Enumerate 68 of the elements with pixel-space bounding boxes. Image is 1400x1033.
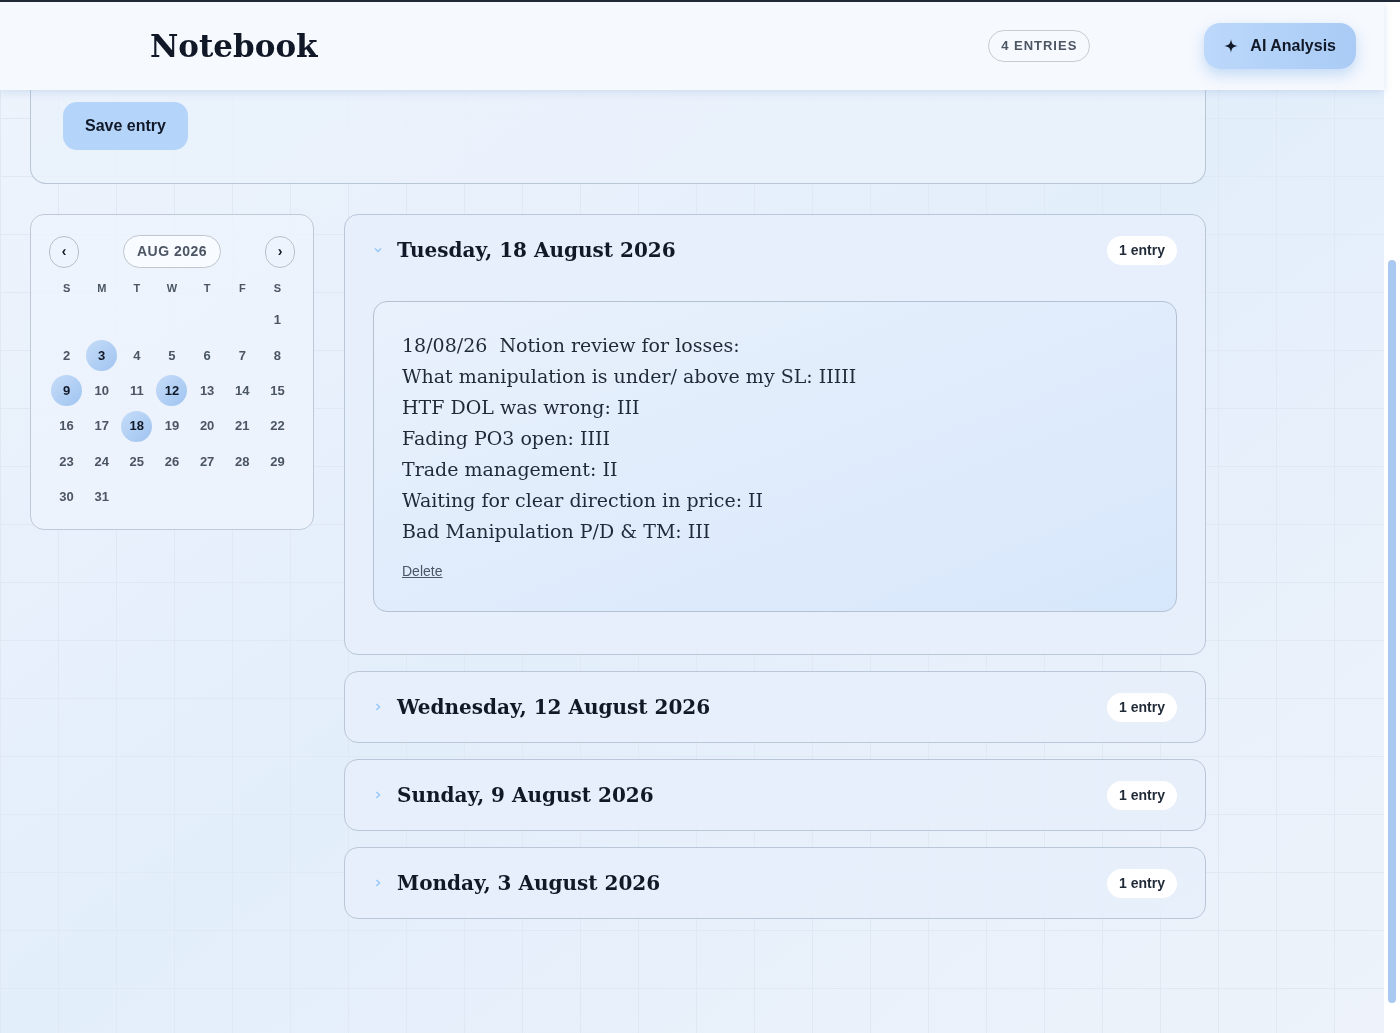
note-line: Trade management: II — [402, 457, 619, 482]
calendar-day[interactable]: 10 — [86, 375, 118, 407]
note-line: Waiting for clear direction in price: II — [402, 488, 765, 513]
chevron-right-icon — [373, 790, 383, 800]
weekday-label: S — [62, 281, 71, 296]
entry-count-badge: 1 entry — [1107, 692, 1177, 722]
calendar-day[interactable]: 25 — [121, 445, 153, 477]
day-title: Wednesday, 12 August 2026 — [397, 694, 711, 721]
weekday-label: S — [273, 281, 282, 296]
sparkle-icon — [1224, 39, 1239, 53]
calendar-day[interactable]: 17 — [86, 410, 118, 442]
entry-count-badge: 1 entry — [1107, 780, 1177, 810]
calendar-day[interactable]: 31 — [86, 481, 118, 513]
calendar-day[interactable]: 7 — [226, 339, 258, 371]
calendar-day[interactable]: 13 — [191, 375, 223, 407]
weekday-label: W — [166, 281, 178, 296]
day-header[interactable]: Tuesday, 18 August 2026 1 entry — [373, 215, 1177, 285]
calendar-day[interactable]: 27 — [191, 445, 223, 477]
calendar-day[interactable]: 28 — [226, 445, 258, 477]
save-entry-button[interactable]: Save entry — [63, 102, 188, 150]
day-header[interactable]: Monday, 3 August 2026 1 entry — [373, 848, 1177, 918]
note-line: 18/08/26 Notion review for losses: — [402, 333, 741, 358]
calendar-day[interactable]: 15 — [261, 375, 293, 407]
weekday-label: F — [238, 281, 246, 296]
delete-link[interactable]: Delete — [402, 561, 443, 582]
calendar-day[interactable]: 8 — [261, 339, 293, 371]
chevron-right-icon — [373, 702, 383, 712]
weekday-label: T — [203, 281, 211, 296]
weekday-label: T — [133, 281, 141, 296]
calendar-day[interactable]: 22 — [261, 410, 293, 442]
calendar-day[interactable]: 1 — [261, 304, 293, 336]
day-title: Sunday, 9 August 2026 — [397, 782, 654, 809]
note-line: What manipulation is under/ above my SL: IIIII — [402, 364, 858, 389]
day-title: Tuesday, 18 August 2026 — [397, 237, 676, 264]
calendar-day[interactable]: 6 — [191, 339, 223, 371]
calendar-day[interactable]: 11 — [121, 375, 153, 407]
calendar-day[interactable]: 26 — [156, 445, 188, 477]
chevron-down-icon — [373, 245, 383, 255]
day-header[interactable]: Sunday, 9 August 2026 1 entry — [373, 760, 1177, 830]
day-title: Monday, 3 August 2026 — [397, 870, 661, 897]
calendar-day[interactable]: 16 — [51, 410, 83, 442]
calendar-day[interactable]: 18 — [121, 410, 153, 442]
month-label: AUG 2026 — [122, 235, 222, 268]
calendar-day[interactable]: 21 — [226, 410, 258, 442]
calendar-day[interactable]: 12 — [156, 375, 188, 407]
scrollbar-thumb[interactable] — [1388, 260, 1396, 1003]
note-line: Fading PO3 open: IIII — [402, 426, 611, 451]
ai-analysis-button[interactable]: AI Analysis — [1204, 23, 1356, 69]
calendar-day[interactable]: 29 — [261, 445, 293, 477]
calendar-day[interactable]: 30 — [51, 481, 83, 513]
calendar-day[interactable]: 20 — [191, 410, 223, 442]
app-title: Notebook — [150, 26, 318, 66]
day-header[interactable]: Wednesday, 12 August 2026 1 entry — [373, 672, 1177, 742]
note-line: Bad Manipulation P/D & TM: III — [402, 519, 712, 544]
calendar-day[interactable]: 4 — [121, 339, 153, 371]
calendar-day[interactable]: 19 — [156, 410, 188, 442]
calendar-day[interactable]: 9 — [51, 375, 83, 407]
weekday-label: M — [97, 281, 107, 296]
chevron-right-icon — [373, 878, 383, 888]
entry-count-badge: 1 entry — [1107, 868, 1177, 898]
calendar-day[interactable]: 24 — [86, 445, 118, 477]
note-line: HTF DOL was wrong: III — [402, 395, 641, 420]
calendar-day[interactable]: 14 — [226, 375, 258, 407]
calendar-day[interactable]: 5 — [156, 339, 188, 371]
calendar-day[interactable]: 3 — [86, 339, 118, 371]
entry-count-badge: 1 entry — [1107, 235, 1177, 265]
calendar-day[interactable]: 23 — [51, 445, 83, 477]
calendar-day[interactable]: 2 — [51, 339, 83, 371]
